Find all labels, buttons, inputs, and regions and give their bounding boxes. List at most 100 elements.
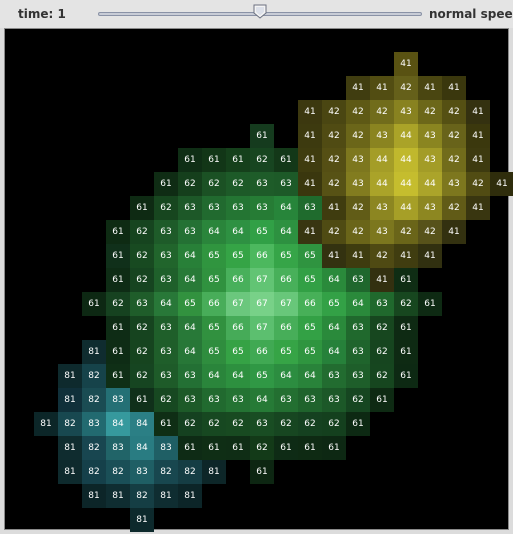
grid-cell: 65 [250, 220, 274, 244]
grid-cell: 63 [154, 364, 178, 388]
grid-cell: 62 [226, 172, 250, 196]
grid-cell: 41 [490, 172, 513, 196]
grid-cell: 61 [202, 148, 226, 172]
grid-cell: 62 [346, 388, 370, 412]
grid-cell: 64 [298, 364, 322, 388]
grid-cell: 63 [370, 292, 394, 316]
grid-cell: 63 [274, 388, 298, 412]
grid-cell: 82 [58, 412, 82, 436]
grid-cell: 61 [394, 364, 418, 388]
grid-cell: 42 [442, 196, 466, 220]
grid-cell: 63 [154, 316, 178, 340]
grid-cell: 63 [154, 268, 178, 292]
grid-cell: 67 [250, 268, 274, 292]
grid-cell: 63 [346, 340, 370, 364]
grid-cell: 44 [370, 148, 394, 172]
grid-cell: 42 [322, 220, 346, 244]
grid-cell: 61 [154, 172, 178, 196]
grid-cell: 41 [466, 100, 490, 124]
grid-cell: 42 [346, 100, 370, 124]
grid-cell: 84 [106, 412, 130, 436]
grid-cell: 42 [370, 244, 394, 268]
time-slider[interactable] [98, 4, 422, 19]
grid-cell: 64 [274, 196, 298, 220]
grid-cell: 64 [226, 220, 250, 244]
grid-cell: 63 [346, 268, 370, 292]
grid-cell: 63 [346, 316, 370, 340]
grid-cell: 42 [394, 220, 418, 244]
grid-cell: 82 [154, 460, 178, 484]
grid-cell: 61 [394, 316, 418, 340]
grid-cell: 43 [394, 100, 418, 124]
grid-cell: 63 [346, 364, 370, 388]
grid-cell: 41 [322, 196, 346, 220]
grid-cell: 62 [298, 412, 322, 436]
grid-cell: 67 [250, 292, 274, 316]
grid-cell: 43 [370, 196, 394, 220]
grid-cell: 81 [154, 484, 178, 508]
grid-cell: 43 [442, 172, 466, 196]
grid-cell: 65 [202, 340, 226, 364]
grid-cell: 42 [322, 100, 346, 124]
grid-cell: 43 [370, 124, 394, 148]
grid-cell: 62 [202, 412, 226, 436]
grid-cell: 82 [82, 460, 106, 484]
grid-cell: 42 [394, 76, 418, 100]
speed-label: normal speed [429, 7, 513, 21]
grid-cell: 66 [250, 340, 274, 364]
grid-cell: 61 [154, 412, 178, 436]
simulation-canvas[interactable]: 41 41 41 42 41 41 41 42 42 42 43 42 42 41 61 41 42 42 43 44… [4, 28, 513, 532]
grid-cell: 61 [106, 268, 130, 292]
grid-cell: 63 [178, 196, 202, 220]
grid-cell: 63 [202, 388, 226, 412]
grid-cell: 64 [178, 244, 202, 268]
grid-cell: 61 [274, 148, 298, 172]
grid-cell: 81 [82, 484, 106, 508]
grid-cell: 65 [298, 316, 322, 340]
grid-cell: 62 [130, 316, 154, 340]
grid-cell: 63 [154, 220, 178, 244]
grid-cell: 81 [34, 412, 58, 436]
grid-cell: 61 [202, 436, 226, 460]
grid-cell: 66 [202, 292, 226, 316]
grid-cell: 65 [298, 340, 322, 364]
grid-cell: 64 [346, 292, 370, 316]
grid-cell: 83 [106, 388, 130, 412]
grid-cell: 61 [370, 388, 394, 412]
grid-cell: 64 [202, 364, 226, 388]
grid-cell: 64 [202, 220, 226, 244]
grid-cell: 61 [394, 340, 418, 364]
grid-cell: 64 [250, 388, 274, 412]
grid-cell: 61 [418, 292, 442, 316]
grid-cell: 65 [298, 244, 322, 268]
grid-cell: 65 [202, 244, 226, 268]
grid-cell: 63 [250, 172, 274, 196]
grid-cell: 83 [82, 412, 106, 436]
grid-cell: 64 [178, 340, 202, 364]
grid-cell: 41 [394, 52, 418, 76]
grid-cell: 42 [442, 124, 466, 148]
grid-cell: 62 [370, 316, 394, 340]
grid-cell: 65 [226, 244, 250, 268]
grid-cell: 62 [370, 340, 394, 364]
grid-cell: 63 [178, 364, 202, 388]
grid-cell: 41 [466, 196, 490, 220]
grid-cell: 62 [154, 388, 178, 412]
grid-cell: 44 [394, 172, 418, 196]
grid-cell: 62 [130, 364, 154, 388]
grid-cell: 42 [346, 196, 370, 220]
grid-cell: 43 [370, 220, 394, 244]
grid-cell: 65 [250, 364, 274, 388]
grid-cell: 63 [154, 340, 178, 364]
slider-thumb[interactable] [253, 4, 267, 19]
grid-cell: 41 [298, 124, 322, 148]
grid-cell: 63 [250, 196, 274, 220]
grid-cell: 66 [250, 244, 274, 268]
grid-cell: 41 [394, 244, 418, 268]
grid-cell: 63 [178, 388, 202, 412]
grid-cell: 62 [394, 292, 418, 316]
grid-cell: 63 [178, 220, 202, 244]
grid-cell: 64 [322, 316, 346, 340]
grid-cell: 62 [130, 268, 154, 292]
grid-cell: 62 [202, 172, 226, 196]
